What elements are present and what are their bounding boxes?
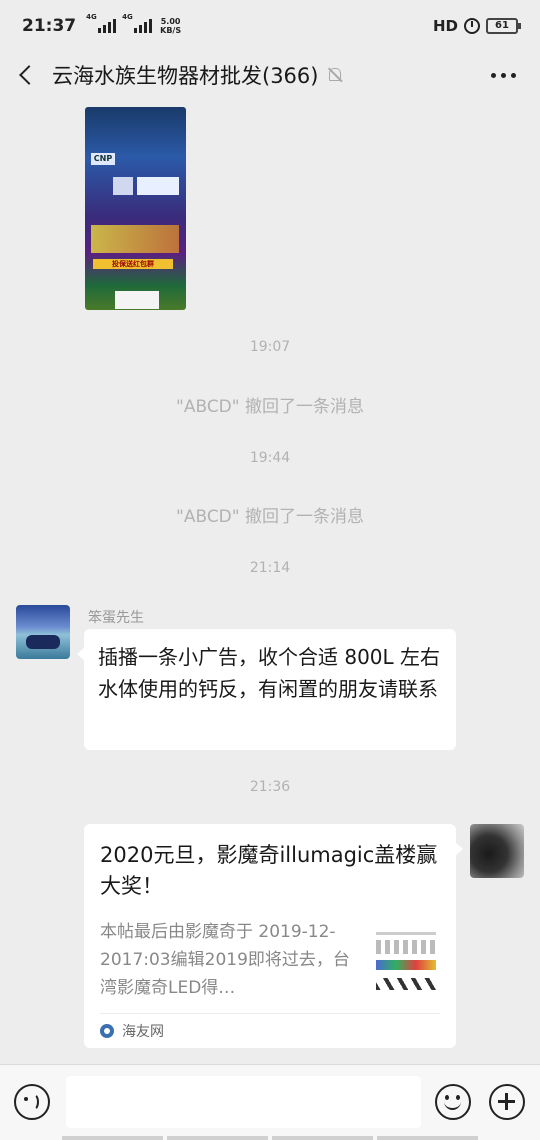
- recall-notice: "ABCD" 撤回了一条消息: [176, 507, 364, 527]
- back-button[interactable]: [0, 52, 52, 98]
- more-actions-plus-button[interactable]: [489, 1084, 525, 1120]
- text-message-bubble[interactable]: 插播一条小广告，收个合适 800L 左右水体使用的钙反，有闲置的朋友请联系: [77, 629, 456, 750]
- link-card-source: 海友网: [100, 1013, 440, 1048]
- net-speed: 5.00 KB/S: [160, 17, 182, 35]
- timestamp: 21:36: [249, 779, 291, 795]
- signal-icon-sim1: 4G: [86, 13, 117, 33]
- qr-code: [115, 291, 159, 309]
- input-bar: [0, 1064, 540, 1140]
- signal-icon-sim2: 4G: [122, 13, 153, 33]
- status-time: 21:37: [22, 16, 77, 36]
- link-card-description: 本帖最后由影魔奇于 2019-12-2017:03编辑2019即将过去，台湾影魔…: [100, 922, 350, 998]
- link-card-message[interactable]: 2020元旦，影魔奇illumagic盖楼赢大奖！ 本帖最后由影魔奇于 2019…: [84, 824, 463, 1048]
- status-right: HD 61: [432, 17, 521, 35]
- link-card-title: 2020元旦，影魔奇illumagic盖楼赢大奖！: [100, 843, 438, 898]
- timestamp: 21:14: [249, 560, 291, 576]
- chat-message-list[interactable]: CNP 投保送红包群 19:07 "ABCD" 撤回了一条消息 19:44 "A…: [0, 98, 540, 1064]
- more-options-button[interactable]: [491, 72, 516, 78]
- link-card-thumbnail: [372, 928, 440, 1002]
- keyboard-hint-strip: [0, 1136, 540, 1140]
- recall-notice: "ABCD" 撤回了一条消息: [176, 397, 364, 417]
- battery-icon: 61: [486, 18, 521, 34]
- link-card-source-name: 海友网: [122, 1024, 164, 1040]
- source-logo-icon: [100, 1024, 114, 1038]
- poster-logo-text: CNP: [91, 153, 115, 165]
- hd-indicator: HD: [432, 17, 458, 35]
- chat-title: 云海水族生物器材批发(366): [52, 64, 319, 88]
- chat-header: 云海水族生物器材批发(366): [0, 52, 540, 98]
- emoji-button[interactable]: [435, 1084, 471, 1120]
- poster-banner-text: 投保送红包群: [93, 259, 173, 269]
- status-bar: 21:37 4G 4G 5.00 KB/S HD 61: [0, 0, 540, 52]
- chevron-left-icon: [19, 65, 39, 85]
- sender-name: 笨蛋先生: [88, 610, 144, 626]
- timestamp: 19:44: [249, 450, 291, 466]
- timestamp: 19:07: [249, 339, 291, 355]
- alarm-icon: [464, 18, 480, 34]
- mute-bell-icon: [326, 66, 344, 84]
- sender-avatar[interactable]: [16, 605, 70, 659]
- image-message[interactable]: CNP 投保送红包群: [85, 107, 186, 310]
- message-input[interactable]: [66, 1076, 421, 1128]
- my-avatar[interactable]: [470, 824, 524, 878]
- voice-input-button[interactable]: [14, 1084, 50, 1120]
